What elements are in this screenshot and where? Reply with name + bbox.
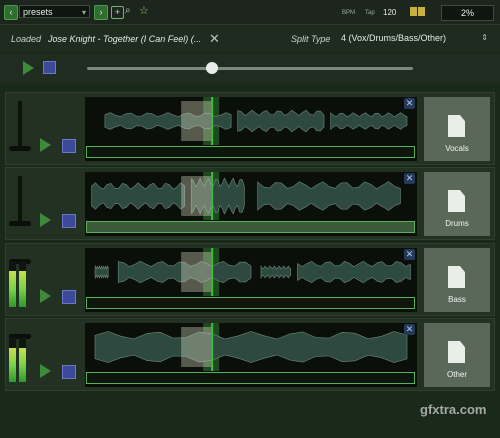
- waveform-graphic: [94, 248, 411, 296]
- playhead-line: [211, 323, 214, 371]
- played-highlight: [181, 101, 212, 141]
- close-icon[interactable]: ✕: [404, 249, 415, 260]
- overview-bar[interactable]: [86, 146, 415, 158]
- export-stem-button[interactable]: Vocals: [424, 97, 490, 161]
- preset-select-value: presets: [23, 7, 53, 17]
- stem-stop-button[interactable]: [62, 139, 76, 153]
- updown-chevron-icon: ⇕: [481, 33, 488, 42]
- export-stem-button[interactable]: Drums: [424, 172, 490, 236]
- sync-indicator-right[interactable]: [418, 7, 425, 16]
- stem-panel-drums: ✕ Drums: [5, 167, 495, 240]
- stem-name-label: Vocals: [445, 144, 469, 153]
- stem-play-button[interactable]: [40, 364, 51, 378]
- volume-fader-handle[interactable]: [9, 220, 31, 226]
- overview-bar[interactable]: [86, 221, 415, 233]
- tap-button[interactable]: Tap: [365, 10, 375, 16]
- master-play-button[interactable]: [23, 61, 34, 75]
- waveform-blob: [297, 260, 411, 284]
- split-type-select[interactable]: 4 (Vox/Drums/Bass/Other) ⇕: [337, 30, 492, 46]
- chevron-down-icon: ▾: [81, 8, 86, 17]
- stem-name-label: Other: [446, 370, 467, 379]
- watermark: gfxtra.com: [420, 402, 487, 417]
- stem-play-button[interactable]: [40, 213, 51, 227]
- stem-stop-button[interactable]: [62, 290, 76, 304]
- chevron-right-icon: ›: [99, 7, 103, 17]
- playhead-line: [211, 97, 214, 145]
- file-icon: [448, 115, 465, 137]
- level-meter-right: [19, 337, 26, 382]
- search-icon[interactable]: ⌕: [125, 5, 131, 16]
- volume-fader[interactable]: [18, 101, 22, 151]
- loaded-track-name: Jose Knight - Together (I Can Feel) (...: [48, 34, 202, 44]
- master-position-slider[interactable]: [87, 67, 413, 70]
- master-position-handle[interactable]: [206, 62, 218, 74]
- volume-fader-handle[interactable]: [9, 145, 31, 151]
- played-highlight: [181, 176, 212, 216]
- waveform-blob: [237, 109, 325, 133]
- export-stem-button[interactable]: Other: [424, 323, 490, 387]
- sync-indicator-left[interactable]: [410, 7, 417, 16]
- stem-play-button[interactable]: [40, 289, 51, 303]
- waveform-graphic: [91, 172, 401, 220]
- stem-name-label: Drums: [445, 219, 469, 228]
- overview-bar[interactable]: [86, 372, 415, 384]
- close-icon[interactable]: ✕: [404, 173, 415, 184]
- waveform-blob: [94, 331, 408, 363]
- playhead-line: [211, 248, 214, 296]
- stem-waveform[interactable]: ✕: [85, 97, 417, 161]
- file-icon: [448, 190, 465, 212]
- level-meter-left: [9, 262, 16, 307]
- played-highlight: [181, 327, 212, 367]
- split-type-label: Split Type: [291, 34, 331, 44]
- volume-fader[interactable]: [18, 176, 22, 226]
- bpm-value[interactable]: 120: [383, 8, 396, 17]
- level-meter-fill: [19, 271, 26, 307]
- preset-select[interactable]: presets ▾: [19, 5, 90, 18]
- next-preset-button[interactable]: ›: [94, 5, 108, 20]
- level-meter-fill: [19, 348, 26, 382]
- waveform-graphic: [94, 323, 408, 371]
- master-stop-button[interactable]: [43, 61, 56, 74]
- played-highlight: [181, 252, 212, 292]
- split-type-value: 4 (Vox/Drums/Bass/Other): [341, 33, 447, 43]
- zoom-value[interactable]: 2%: [441, 5, 494, 21]
- level-meter-right: [19, 262, 26, 307]
- previous-preset-button[interactable]: ‹: [4, 5, 18, 20]
- stem-panel-other: ✕ Other: [5, 318, 495, 391]
- level-meter-left: [9, 337, 16, 382]
- level-meter-fill: [9, 348, 16, 382]
- level-meter-fill: [9, 271, 16, 307]
- waveform-blob: [260, 264, 292, 280]
- stem-waveform[interactable]: ✕: [85, 172, 417, 236]
- file-icon: [448, 341, 465, 363]
- stem-name-label: Bass: [448, 295, 466, 304]
- file-icon: [448, 266, 465, 288]
- bpm-label: BPM: [342, 10, 356, 16]
- stem-waveform[interactable]: ✕: [85, 248, 417, 312]
- waveform-blob: [94, 265, 109, 279]
- waveform-graphic: [104, 97, 408, 145]
- close-icon[interactable]: ✕: [404, 324, 415, 335]
- stem-waveform[interactable]: ✕: [85, 323, 417, 387]
- waveform-blob: [257, 181, 401, 211]
- add-preset-icon[interactable]: +: [111, 6, 124, 19]
- unload-close-icon[interactable]: ✕: [209, 31, 220, 47]
- waveform-blob: [330, 112, 408, 130]
- stem-panel-vocals: ✕ Vocals: [5, 92, 495, 165]
- stem-stop-button[interactable]: [62, 214, 76, 228]
- waveform-blob: [91, 182, 185, 210]
- export-stem-button[interactable]: Bass: [424, 248, 490, 312]
- stem-stop-button[interactable]: [62, 365, 76, 379]
- close-icon[interactable]: ✕: [404, 98, 415, 109]
- overview-bar[interactable]: [86, 297, 415, 309]
- stem-play-button[interactable]: [40, 138, 51, 152]
- playhead-line: [211, 172, 214, 220]
- star-icon[interactable]: ☆: [139, 4, 149, 17]
- chevron-left-icon: ‹: [9, 7, 13, 17]
- loaded-label: Loaded: [11, 34, 42, 44]
- stem-panel-bass: ✕ Bass: [5, 243, 495, 316]
